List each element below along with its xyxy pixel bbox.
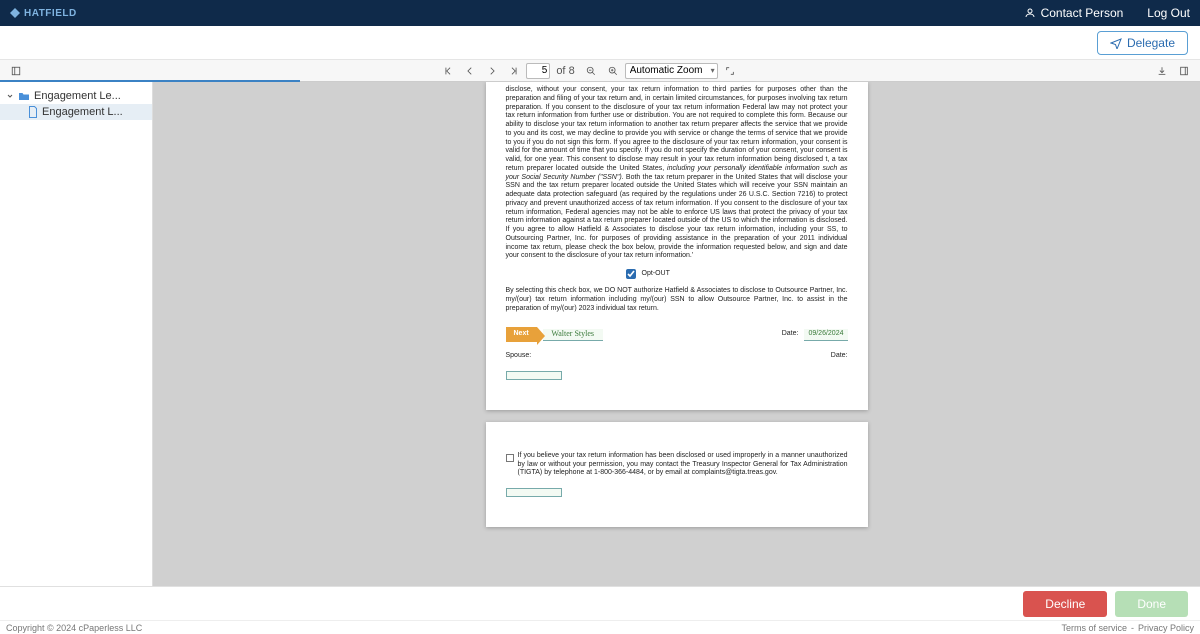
p6-signature-field[interactable] [506, 488, 562, 497]
tigta-paragraph: If you believe your tax return informati… [506, 452, 848, 478]
send-icon [1110, 37, 1122, 49]
optout-label: Opt-OUT [642, 270, 670, 279]
tree-file-label: Engagement L... [42, 106, 123, 118]
spouse-date-label: Date: [831, 352, 848, 361]
bookmark-button[interactable] [1174, 62, 1194, 80]
first-page-button[interactable] [438, 62, 458, 80]
spouse-signature-field[interactable] [506, 371, 562, 380]
download-button[interactable] [1152, 62, 1172, 80]
signature-row: Next Walter Styles Date: 09/26/2024 [506, 327, 848, 342]
pdf-toolbar: of 8 Automatic Zoom [0, 60, 1200, 82]
page-5: disclose, without your consent, your tax… [486, 82, 868, 410]
footer: Copyright © 2024 cPaperless LLC Terms of… [0, 620, 1200, 634]
date-value: 09/26/2024 [804, 329, 847, 341]
next-tag[interactable]: Next [506, 327, 537, 342]
terms-link[interactable]: Terms of service [1061, 623, 1127, 633]
zoom-select[interactable]: Automatic Zoom [625, 63, 718, 79]
document-tree: Engagement Le... Engagement L... [0, 82, 153, 586]
footer-sep: - [1131, 623, 1134, 633]
signature-field[interactable]: Walter Styles [543, 329, 603, 341]
person-icon [1024, 7, 1036, 19]
delegate-label: Delegate [1127, 36, 1175, 50]
toolbar-progress [0, 80, 300, 82]
tree-folder-label: Engagement Le... [34, 90, 121, 102]
page-of-label: of 8 [556, 65, 574, 77]
file-icon [28, 106, 38, 118]
consent-paragraph: disclose, without your consent, your tax… [506, 86, 848, 261]
done-button[interactable]: Done [1115, 591, 1188, 617]
brand-text: HATFIELD [24, 8, 77, 19]
decline-button[interactable]: Decline [1023, 591, 1107, 617]
delegate-bar: Delegate [0, 26, 1200, 60]
brand-logo: HATFIELD [10, 8, 77, 19]
brand-icon [10, 8, 20, 18]
tree-file[interactable]: Engagement L... [0, 104, 152, 120]
optout-row: Opt-OUT [626, 269, 848, 279]
contact-person-link[interactable]: Contact Person [1024, 6, 1124, 20]
top-nav: HATFIELD Contact Person Log Out [0, 0, 1200, 26]
signature-value: Walter Styles [551, 329, 594, 339]
date-label: Date: [782, 330, 799, 339]
last-page-button[interactable] [504, 62, 524, 80]
fullscreen-button[interactable] [720, 62, 740, 80]
spouse-row: Spouse: Date: [506, 352, 848, 361]
optout-description: By selecting this check box, we DO NOT a… [506, 287, 848, 313]
tigta-checkbox[interactable] [506, 454, 514, 462]
spouse-label: Spouse: [506, 352, 532, 361]
next-page-button[interactable] [482, 62, 502, 80]
main-area: Engagement Le... Engagement L... disclos… [0, 82, 1200, 586]
action-bar: Decline Done [0, 586, 1200, 620]
tigta-text: If you believe your tax return informati… [518, 452, 848, 478]
zoom-in-button[interactable] [603, 62, 623, 80]
tree-folder[interactable]: Engagement Le... [0, 88, 152, 104]
optout-checkbox[interactable] [626, 269, 636, 279]
sidebar-toggle-button[interactable] [6, 62, 26, 80]
logout-link[interactable]: Log Out [1147, 6, 1190, 20]
zoom-out-button[interactable] [581, 62, 601, 80]
document-viewport[interactable]: disclose, without your consent, your tax… [153, 82, 1200, 586]
logout-label: Log Out [1147, 6, 1190, 20]
contact-person-label: Contact Person [1041, 6, 1124, 20]
copyright-text: Copyright © 2024 cPaperless LLC [6, 623, 142, 633]
privacy-link[interactable]: Privacy Policy [1138, 623, 1194, 633]
delegate-button[interactable]: Delegate [1097, 31, 1188, 55]
prev-page-button[interactable] [460, 62, 480, 80]
folder-icon [18, 91, 30, 101]
chevron-down-icon [6, 92, 14, 100]
page-number-input[interactable] [526, 63, 550, 79]
page-6: If you believe your tax return informati… [486, 422, 868, 527]
